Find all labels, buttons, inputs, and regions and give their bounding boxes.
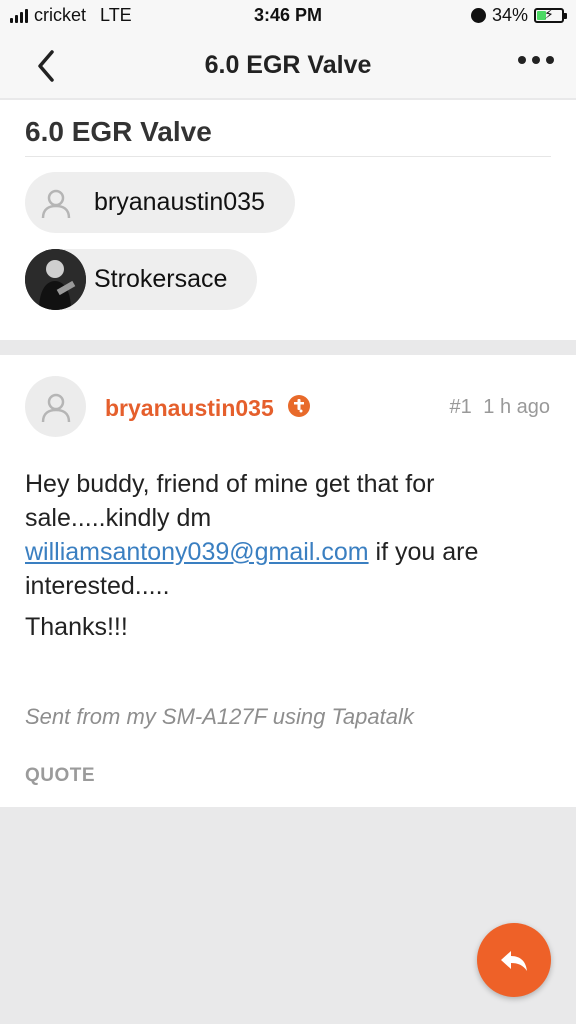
- participant-name: Strokersace: [94, 265, 228, 293]
- status-right: 34% ⚡: [470, 5, 567, 26]
- thread-title: 6.0 EGR Valve: [25, 116, 212, 147]
- participant-chip[interactable]: Strokersace: [25, 249, 258, 310]
- post-time: 1 h ago: [483, 396, 550, 418]
- post-thanks: Thanks!!!: [25, 613, 128, 641]
- email-link[interactable]: williamsantony039@gmail.com: [25, 538, 369, 566]
- quote-button[interactable]: QUOTE: [25, 765, 95, 787]
- divider: [25, 156, 551, 157]
- post-signature: Sent from my SM-A127F using Tapatalk: [25, 704, 414, 729]
- post-body: Hey buddy, friend of mine get that for s…: [25, 467, 555, 603]
- battery-percent: 34%: [491, 5, 528, 25]
- reply-icon: [501, 951, 527, 971]
- tapatalk-badge-icon: [288, 395, 310, 417]
- default-user-icon: [25, 172, 86, 233]
- battery-charging-icon: ⚡: [534, 7, 567, 23]
- author-avatar[interactable]: [25, 376, 86, 437]
- participant-chip[interactable]: bryanaustin035: [25, 172, 295, 233]
- default-user-icon: [41, 393, 70, 422]
- post-meta: #1 1 h ago: [449, 396, 550, 419]
- participant-name: bryanaustin035: [94, 188, 265, 216]
- status-bar: cricket LTE 3:46 PM 34% ⚡: [0, 0, 576, 32]
- nav-bar: 6.0 EGR Valve: [0, 32, 576, 98]
- post-text: Hey buddy, friend of mine get that for s…: [25, 470, 435, 532]
- reply-button[interactable]: [477, 923, 551, 997]
- post: bryanaustin035 #1 1 h ago Hey buddy, fri…: [0, 355, 576, 807]
- post-number: #1: [449, 396, 472, 418]
- nav-title: 6.0 EGR Valve: [204, 51, 372, 79]
- ellipsis-icon: [518, 56, 526, 64]
- photo-avatar: [25, 249, 86, 310]
- thread-header: 6.0 EGR Valve bryanaustin035 Strokersace: [0, 100, 576, 340]
- post-author[interactable]: bryanaustin035: [105, 395, 274, 422]
- alarm-icon: [470, 8, 486, 23]
- more-button[interactable]: [518, 56, 554, 64]
